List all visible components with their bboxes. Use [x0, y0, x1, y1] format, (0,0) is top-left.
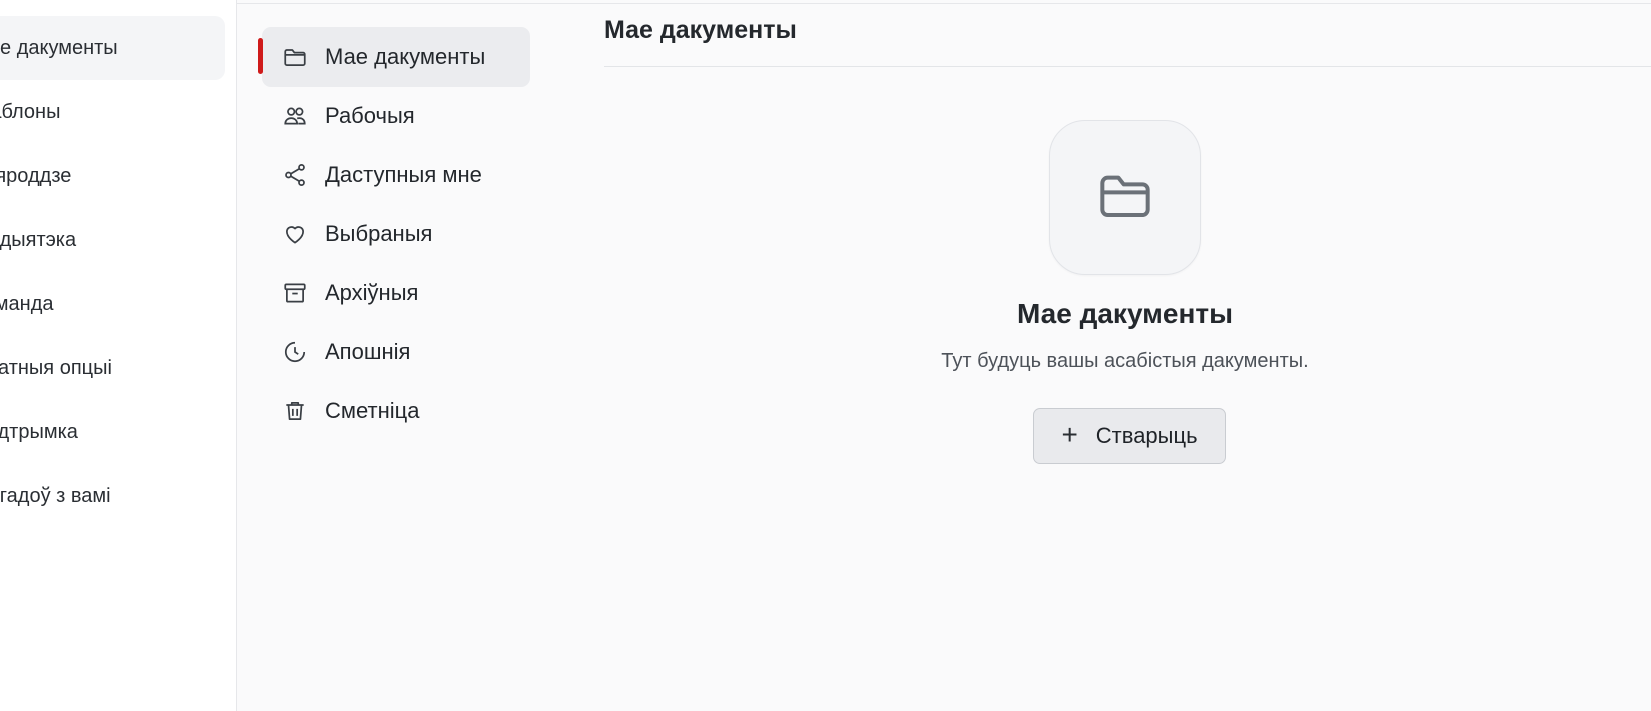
- sidebar-item-my-documents[interactable]: Мае дакументы: [0, 16, 225, 80]
- sidebar-item-paid-options[interactable]: Платныя опцыі: [0, 336, 225, 400]
- subnav-item-my-documents[interactable]: Мае дакументы: [262, 27, 530, 87]
- subnav-item-trash[interactable]: Сметніца: [262, 381, 530, 441]
- sidebar-item-label: Падтрымка: [0, 420, 78, 443]
- title-divider: [604, 66, 1651, 67]
- sidebar-item-anniversary[interactable]: 10 гадоў з вамі: [0, 464, 225, 528]
- subnav-item-label: Даступныя мне: [325, 162, 482, 187]
- subnav-item-shared[interactable]: Даступныя мне: [262, 145, 530, 205]
- folder-open-icon: [1093, 163, 1157, 232]
- archive-icon: [280, 278, 310, 308]
- subnav-item-recent[interactable]: Апошнія: [262, 322, 530, 382]
- subnav-item-working[interactable]: Рабочыя: [262, 86, 530, 146]
- plus-icon: +: [1061, 418, 1078, 450]
- subnav-item-label: Архіўныя: [325, 280, 419, 305]
- create-button[interactable]: + Стварыць: [1033, 408, 1226, 464]
- subnav-item-label: Мае дакументы: [325, 44, 486, 69]
- sidebar-item-label: Мае дакументы: [0, 36, 118, 59]
- sidebar-item-media-library[interactable]: Медыятэка: [0, 208, 225, 272]
- subnav-item-label: Апошнія: [325, 339, 411, 364]
- share-icon: [280, 160, 310, 190]
- sidebar-item-environment[interactable]: Асяроддзе: [0, 144, 225, 208]
- sidebar-item-support[interactable]: Падтрымка: [0, 400, 225, 464]
- empty-state-title: Мае дакументы: [1017, 298, 1233, 329]
- page-title: Мае дакументы: [604, 16, 797, 44]
- subnav-item-archived[interactable]: Архіўныя: [262, 263, 530, 323]
- documents-subnav: Мае дакументы Рабочыя Даступныя мне Выбр…: [237, 0, 537, 711]
- sidebar-item-label: Асяроддзе: [0, 164, 72, 187]
- folder-icon: [280, 42, 310, 72]
- empty-state-icon-box: [1049, 120, 1201, 275]
- sidebar-item-team[interactable]: Каманда: [0, 272, 225, 336]
- sidebar-item-label: Каманда: [0, 292, 54, 315]
- empty-state-description: Тут будуць вашы асабістыя дакументы.: [941, 350, 1309, 372]
- trash-icon: [280, 396, 310, 426]
- main-sidebar: Мае дакументы Шаблоны Асяроддзе Медыятэк…: [0, 0, 237, 711]
- active-item-marker: [258, 38, 263, 74]
- sidebar-item-label: Шаблоны: [0, 100, 61, 123]
- sidebar-item-label: Платныя опцыі: [0, 356, 112, 379]
- subnav-item-label: Сметніца: [325, 398, 420, 423]
- subnav-item-label: Выбраныя: [325, 221, 433, 246]
- subnav-item-label: Рабочыя: [325, 103, 415, 128]
- clock-icon: [280, 337, 310, 367]
- heart-icon: [280, 219, 310, 249]
- sidebar-item-label: Медыятэка: [0, 228, 77, 251]
- users-icon: [280, 101, 310, 131]
- subnav-item-favorites[interactable]: Выбраныя: [262, 204, 530, 264]
- create-button-label: Стварыць: [1095, 423, 1198, 448]
- sidebar-item-label: 10 гадоў з вамі: [0, 484, 111, 507]
- sidebar-item-templates[interactable]: Шаблоны: [0, 80, 225, 144]
